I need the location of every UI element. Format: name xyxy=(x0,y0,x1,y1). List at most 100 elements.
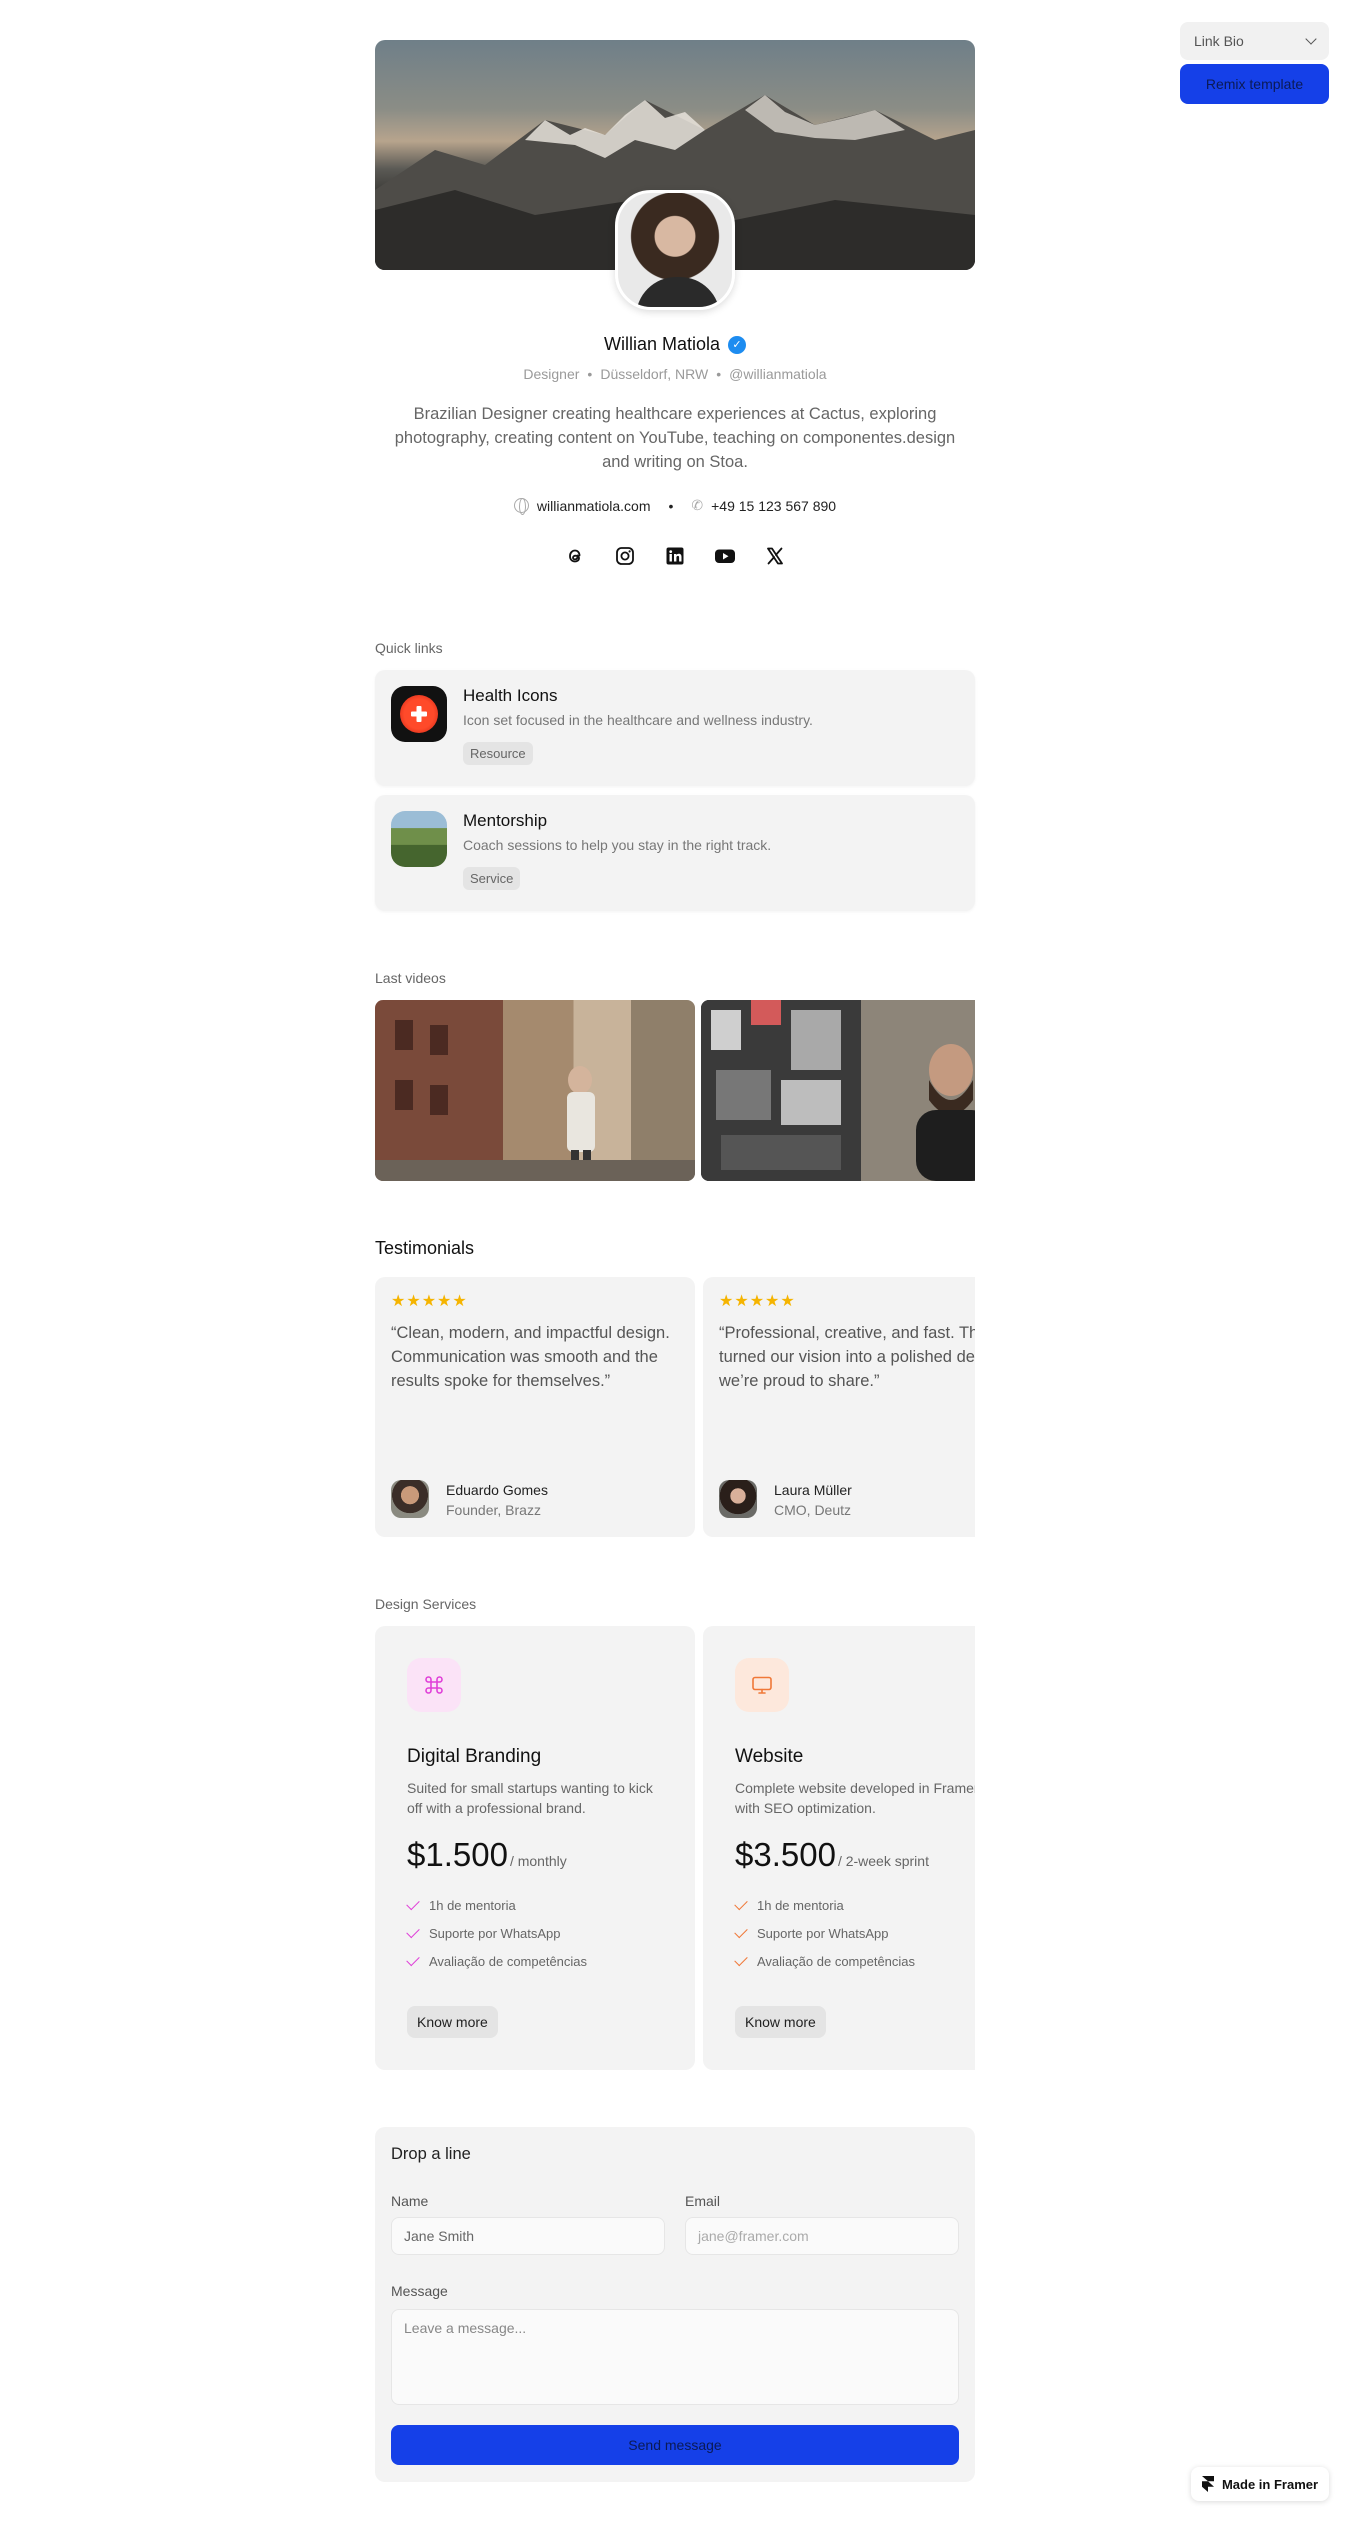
page-select[interactable]: Link Bio xyxy=(1180,22,1329,60)
phone-text: +49 15 123 567 890 xyxy=(711,497,837,514)
service-price-row: $3.500/ 2-week sprint xyxy=(735,1836,929,1874)
email-label: Email xyxy=(685,2193,721,2209)
avatar xyxy=(391,1480,429,1518)
check-icon xyxy=(406,1924,420,1939)
service-card: Website Complete website developed in Fr… xyxy=(703,1626,975,2070)
testimonial-card: ★★★★★ “Clean, modern, and impactful desi… xyxy=(375,1277,695,1537)
testimonial-author: Laura Müller xyxy=(774,1482,852,1498)
feature-text: 1h de mentoria xyxy=(429,1898,516,1913)
testimonial-role: Founder, Brazz xyxy=(446,1502,541,1518)
service-price: $1.500 xyxy=(407,1836,508,1873)
testimonial-card: ★★★★★ “Professional, creative, and fast.… xyxy=(703,1277,975,1537)
name-label: Name xyxy=(391,2193,429,2209)
made-in-framer-badge[interactable]: Made in Framer xyxy=(1191,2467,1329,2501)
quick-link-card[interactable]: Mentorship Coach sessions to help you st… xyxy=(375,795,975,911)
video-carousel xyxy=(375,1000,975,1181)
send-message-button[interactable]: Send message xyxy=(391,2425,959,2465)
profile-bio: Brazilian Designer creating healthcare e… xyxy=(394,405,956,471)
message-label: Message xyxy=(391,2283,448,2299)
instagram-icon[interactable] xyxy=(613,544,637,568)
feature-item: Suporte por WhatsApp xyxy=(406,1924,561,1941)
remix-template-button[interactable]: Remix template xyxy=(1180,64,1329,104)
quick-link-desc: Icon set focused in the healthcare and w… xyxy=(463,712,813,728)
name-field[interactable]: Jane Smith xyxy=(391,2217,665,2255)
testimonial-author: Eduardo Gomes xyxy=(446,1482,548,1498)
quick-links-label: Quick links xyxy=(375,640,443,656)
avatar xyxy=(719,1480,757,1518)
service-period: / monthly xyxy=(509,1853,567,1869)
service-title: Digital Branding xyxy=(407,1746,542,1767)
social-links xyxy=(375,544,975,568)
mentorship-thumbnail xyxy=(391,811,447,867)
check-icon xyxy=(406,1952,420,1967)
contact-info: willianmatiola.com • ✆ +49 15 123 567 89… xyxy=(375,497,975,515)
quick-link-desc: Coach sessions to help you stay in the r… xyxy=(463,837,772,853)
feature-item: Avaliação de competências xyxy=(406,1952,588,1969)
profile-meta: Designer • Düsseldorf, NRW • @willianmatiola xyxy=(523,366,827,382)
testimonial-role: CMO, Deutz xyxy=(774,1502,852,1518)
testimonial-quote: “Clean, modern, and impactful design. Co… xyxy=(391,1324,670,1390)
chevron-down-icon xyxy=(1305,33,1317,45)
quick-link-title: Health Icons xyxy=(463,686,558,705)
x-icon[interactable] xyxy=(763,544,787,568)
feature-item: Avaliação de competências xyxy=(734,1952,916,1969)
framer-logo-icon xyxy=(1201,2476,1214,2492)
service-price-row: $1.500/ monthly xyxy=(407,1836,567,1874)
page-select-value: Link Bio xyxy=(1194,33,1244,49)
quick-link-card[interactable]: Health Icons Icon set focused in the hea… xyxy=(375,670,975,786)
quick-link-tag: Service xyxy=(463,867,521,890)
profile-handle: @willianmatiola xyxy=(729,366,827,382)
services-carousel: Digital Branding Suited for small startu… xyxy=(375,1626,975,2070)
check-icon xyxy=(734,1896,748,1911)
service-card: Digital Branding Suited for small startu… xyxy=(375,1626,695,2070)
testimonials-title: Testimonials xyxy=(375,1238,475,1258)
service-title: Website xyxy=(735,1746,804,1767)
branding-icon xyxy=(407,1658,461,1712)
separator-dot: • xyxy=(668,497,674,514)
profile-avatar xyxy=(615,190,735,310)
youtube-icon[interactable] xyxy=(713,544,737,568)
rating-stars: ★★★★★ xyxy=(719,1293,796,1310)
feature-item: Suporte por WhatsApp xyxy=(734,1924,889,1941)
check-icon xyxy=(734,1924,748,1939)
service-desc: Complete website developed in Framer wit… xyxy=(735,1780,975,1816)
threads-icon[interactable] xyxy=(563,544,587,568)
service-price: $3.500 xyxy=(735,1836,836,1873)
check-icon xyxy=(406,1896,420,1911)
feature-item: 1h de mentoria xyxy=(406,1896,516,1913)
video-thumbnail[interactable] xyxy=(701,1000,975,1181)
know-more-button[interactable]: Know more xyxy=(407,2006,498,2038)
feature-text: Avaliação de competências xyxy=(757,1954,916,1969)
service-desc: Suited for small startups wanting to kic… xyxy=(407,1780,653,1816)
profile-location: Düsseldorf, NRW xyxy=(600,366,709,382)
globe-icon xyxy=(513,498,529,515)
linkedin-icon[interactable] xyxy=(663,544,687,568)
template-controls: Link Bio Remix template xyxy=(1180,22,1329,104)
feature-text: Suporte por WhatsApp xyxy=(757,1926,889,1941)
service-period: / 2-week sprint xyxy=(837,1853,929,1869)
phone-link[interactable]: ✆ +49 15 123 567 890 xyxy=(691,497,836,514)
website-text: willianmatiola.com xyxy=(536,497,651,514)
message-field[interactable]: Leave a message... xyxy=(391,2309,959,2405)
verified-badge-icon: ✓ xyxy=(728,335,747,354)
last-videos-label: Last videos xyxy=(375,970,446,986)
know-more-button[interactable]: Know more xyxy=(735,2006,826,2038)
design-services-label: Design Services xyxy=(375,1596,477,1612)
rating-stars: ★★★★★ xyxy=(391,1293,468,1310)
feature-item: 1h de mentoria xyxy=(734,1896,844,1913)
website-link[interactable]: willianmatiola.com xyxy=(513,497,651,515)
quick-link-title: Mentorship xyxy=(463,811,548,830)
contact-form: Drop a line Name Jane Smith Email jane@f… xyxy=(375,2127,975,2482)
health-icons-logo xyxy=(391,686,447,742)
profile-role: Designer xyxy=(523,366,580,382)
profile-name-row: Willian Matiola ✓ xyxy=(375,334,975,355)
feature-text: Avaliação de competências xyxy=(429,1954,588,1969)
form-title: Drop a line xyxy=(391,2145,471,2163)
video-thumbnail[interactable] xyxy=(375,1000,695,1181)
email-field[interactable]: jane@framer.com xyxy=(685,2217,959,2255)
testimonial-quote: “Professional, creative, and fast. They … xyxy=(719,1324,975,1390)
quick-link-tag: Resource xyxy=(463,742,533,765)
check-icon xyxy=(734,1952,748,1967)
testimonials-carousel: ★★★★★ “Clean, modern, and impactful desi… xyxy=(375,1277,975,1537)
feature-text: Suporte por WhatsApp xyxy=(429,1926,561,1941)
